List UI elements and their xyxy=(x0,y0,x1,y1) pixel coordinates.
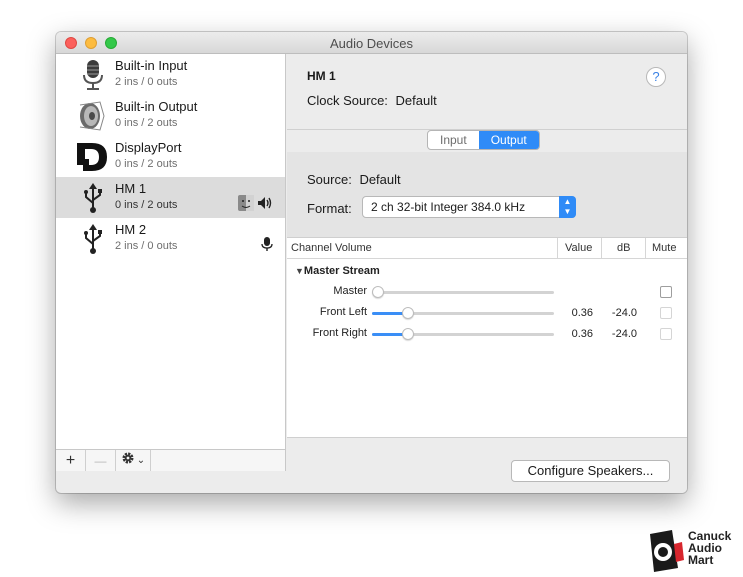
volume-slider-master[interactable] xyxy=(372,286,554,298)
sound-input-icon xyxy=(261,236,273,257)
format-select[interactable]: 2 ch 32-bit Integer 384.0 kHz ▲ ▼ xyxy=(362,196,576,218)
volume-slider-front-left[interactable] xyxy=(372,307,554,319)
remove-device-button[interactable]: — xyxy=(86,450,116,471)
configure-speakers-button[interactable]: Configure Speakers... xyxy=(511,460,670,482)
source-label: Source: xyxy=(307,172,352,187)
column-divider xyxy=(601,238,602,259)
channel-row-master: Master xyxy=(287,282,687,302)
clock-source-value[interactable]: Default xyxy=(396,93,437,108)
format-value: 2 ch 32-bit Integer 384.0 kHz xyxy=(371,200,526,214)
action-menu-button[interactable]: ⌄ xyxy=(116,450,151,471)
channel-db: -24.0 xyxy=(611,307,637,319)
device-badges xyxy=(238,194,273,216)
clock-source-label: Clock Source: xyxy=(307,93,388,108)
microphone-icon xyxy=(76,58,110,92)
displayport-icon xyxy=(76,140,110,174)
channel-row-front-right: Front Right 0.36 -24.0 xyxy=(287,324,687,344)
channel-value: 0.36 xyxy=(571,307,593,319)
device-name: DisplayPort xyxy=(115,140,182,155)
device-header: HM 1 Clock Source: Default ? xyxy=(287,54,687,129)
device-name: HM 2 xyxy=(115,222,147,237)
source-row: Source: Default xyxy=(307,172,401,187)
watermark-line: Mart xyxy=(688,553,714,567)
audio-devices-window: Audio Devices Built-in Input 2 ins / 0 o… xyxy=(56,32,687,493)
slider-knob[interactable] xyxy=(402,307,415,319)
updown-arrows-icon: ▲ ▼ xyxy=(559,196,576,218)
column-divider xyxy=(645,238,646,259)
bottom-bar: Configure Speakers... xyxy=(287,437,687,493)
column-db[interactable]: dB xyxy=(617,242,630,254)
title-bar[interactable]: Audio Devices xyxy=(56,32,687,54)
channel-row-front-left: Front Left 0.36 -24.0 xyxy=(287,303,687,323)
device-title: HM 1 xyxy=(307,69,336,83)
gear-icon xyxy=(121,451,135,470)
device-item-hm-1[interactable]: HM 1 0 ins / 2 outs xyxy=(56,177,285,218)
device-io: 0 ins / 2 outs xyxy=(115,199,178,211)
channel-name: Front Left xyxy=(319,306,367,318)
device-io: 2 ins / 0 outs xyxy=(115,76,178,88)
channel-db: -24.0 xyxy=(611,328,637,340)
column-channel-volume[interactable]: Channel Volume xyxy=(291,242,372,254)
device-io: 2 ins / 0 outs xyxy=(115,240,178,252)
format-section: Source: Default Format: 2 ch 32-bit Inte… xyxy=(287,152,687,237)
help-button[interactable]: ? xyxy=(646,67,666,87)
channel-name: Master xyxy=(333,285,367,297)
channel-name: Front Right xyxy=(312,327,367,339)
input-output-tabs: Input Output xyxy=(427,130,540,150)
slider-knob[interactable] xyxy=(402,328,415,340)
table-header: Channel Volume Value dB Mute xyxy=(287,238,687,259)
device-list: Built-in Input 2 ins / 0 outs Built-in O… xyxy=(56,54,286,471)
chevron-down-icon: ⌄ xyxy=(136,454,146,466)
column-mute[interactable]: Mute xyxy=(652,242,676,254)
source-value[interactable]: Default xyxy=(359,172,400,187)
watermark-text: Canuck Audio Mart xyxy=(688,530,731,566)
device-item-hm-2[interactable]: HM 2 2 ins / 0 outs xyxy=(56,218,285,259)
column-divider xyxy=(557,238,558,259)
window-title: Audio Devices xyxy=(329,36,414,51)
slider-knob[interactable] xyxy=(372,286,384,298)
tab-output[interactable]: Output xyxy=(478,131,539,149)
device-detail-pane: HM 1 Clock Source: Default ? Source: Def… xyxy=(287,54,687,493)
master-stream-row[interactable]: ▼Master Stream xyxy=(295,265,380,277)
device-name: HM 1 xyxy=(115,181,147,196)
add-device-button[interactable]: + xyxy=(56,450,86,471)
device-io: 0 ins / 2 outs xyxy=(115,117,178,129)
volume-slider-front-right[interactable] xyxy=(372,328,554,340)
mute-checkbox-master[interactable] xyxy=(660,286,672,298)
mute-checkbox-front-left[interactable] xyxy=(660,307,672,319)
device-item-built-in-input[interactable]: Built-in Input 2 ins / 0 outs xyxy=(56,54,285,95)
device-io: 0 ins / 2 outs xyxy=(115,158,178,170)
finder-icon xyxy=(238,194,254,216)
speaker-logo-icon xyxy=(650,530,684,572)
sound-output-icon xyxy=(257,195,273,216)
column-value[interactable]: Value xyxy=(565,242,592,254)
device-name: Built-in Output xyxy=(115,99,198,114)
channel-value: 0.36 xyxy=(571,328,593,340)
usb-icon xyxy=(76,181,110,215)
usb-icon xyxy=(76,222,110,256)
sidebar-toolbar: + — ⌄ xyxy=(56,449,285,471)
mute-checkbox-front-right[interactable] xyxy=(660,328,672,340)
device-badges xyxy=(261,236,273,257)
format-label: Format: xyxy=(307,201,352,216)
disclosure-triangle-icon[interactable]: ▼ xyxy=(295,266,304,276)
watermark-logo: Canuck Audio Mart xyxy=(648,530,738,572)
speaker-icon xyxy=(76,99,110,133)
device-item-built-in-output[interactable]: Built-in Output 0 ins / 2 outs xyxy=(56,95,285,136)
clock-source-row: Clock Source: Default xyxy=(307,93,437,108)
device-item-displayport[interactable]: DisplayPort 0 ins / 2 outs xyxy=(56,136,285,177)
stream-label: Master Stream xyxy=(303,265,380,277)
tab-input[interactable]: Input xyxy=(428,131,479,149)
device-name: Built-in Input xyxy=(115,58,188,73)
